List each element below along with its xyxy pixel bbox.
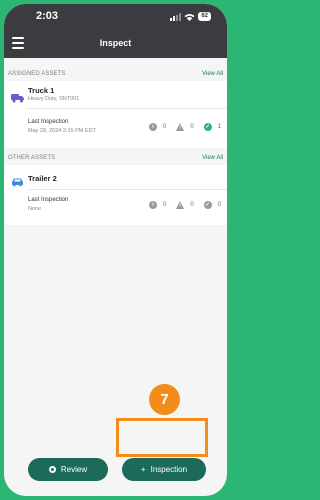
warning-icon: ! [176, 201, 185, 209]
info-icon: i [148, 201, 157, 209]
status-time: 2:03 [36, 10, 59, 22]
assigned-assets-section: ASSIGNED ASSETS View All Truck 1 Heavy D… [4, 71, 227, 148]
last-inspection-value: None [28, 206, 42, 212]
info-icon: i [148, 123, 157, 131]
view-all-link[interactable]: View All [202, 71, 223, 77]
divider [28, 189, 227, 190]
car-icon [12, 178, 23, 187]
warning-counter: ! 0 [176, 201, 194, 209]
review-button[interactable]: Review [28, 458, 108, 481]
ok-counter: ✓ 1 [203, 123, 221, 131]
view-all-link[interactable]: View All [202, 155, 223, 161]
asset-card-truck[interactable]: Truck 1 Heavy Duty, SNT001 Last Inspecti… [4, 81, 227, 148]
wifi-icon [184, 13, 195, 21]
section-label: ASSIGNED ASSETS [8, 71, 66, 77]
signal-icon [170, 12, 182, 21]
info-counter: i0 [148, 201, 166, 209]
asset-subtitle: Heavy Duty, SNT001 [28, 96, 80, 102]
check-icon: ✓ [203, 123, 212, 131]
last-inspection-label: Last Inspection [28, 119, 69, 125]
highlight-box [116, 418, 208, 457]
record-icon [48, 466, 56, 473]
ok-counter: ✓ 0 [203, 201, 221, 209]
last-inspection-value: May 28, 2024 2:15 PM EDT [28, 128, 96, 134]
asset-card-trailer[interactable]: Trailer 2 Last Inspection None i0 ! 0 ✓ 0 [4, 165, 227, 225]
check-icon: ✓ [203, 201, 212, 209]
step-badge: 7 [149, 384, 180, 415]
section-label: OTHER ASSETS [8, 155, 56, 161]
review-label: Review [60, 465, 88, 474]
warning-counter: ! 0 [176, 123, 194, 131]
last-inspection-label: Last Inspection [28, 197, 69, 203]
inspection-label: Inspection [150, 465, 188, 474]
battery-indicator: 62 [198, 12, 211, 21]
page-title: Inspect [99, 38, 132, 48]
other-assets-section: OTHER ASSETS View All Trailer 2 Last Ins… [4, 155, 227, 225]
divider [28, 108, 227, 109]
top-bar: 2:03 62 Inspect [4, 4, 227, 58]
add-inspection-button[interactable]: + Inspection [122, 458, 206, 481]
info-counter: i0 [148, 123, 166, 131]
inspection-counters: i0 ! 0 ✓ 0 [148, 201, 221, 209]
warning-icon: ! [176, 123, 185, 131]
inspection-counters: i0 ! 0 ✓ 1 [148, 123, 221, 131]
truck-icon [11, 94, 24, 103]
asset-name: Trailer 2 [28, 174, 57, 183]
status-icons: 62 [170, 12, 211, 21]
plus-icon: + [140, 465, 146, 474]
asset-name: Truck 1 [28, 86, 55, 95]
